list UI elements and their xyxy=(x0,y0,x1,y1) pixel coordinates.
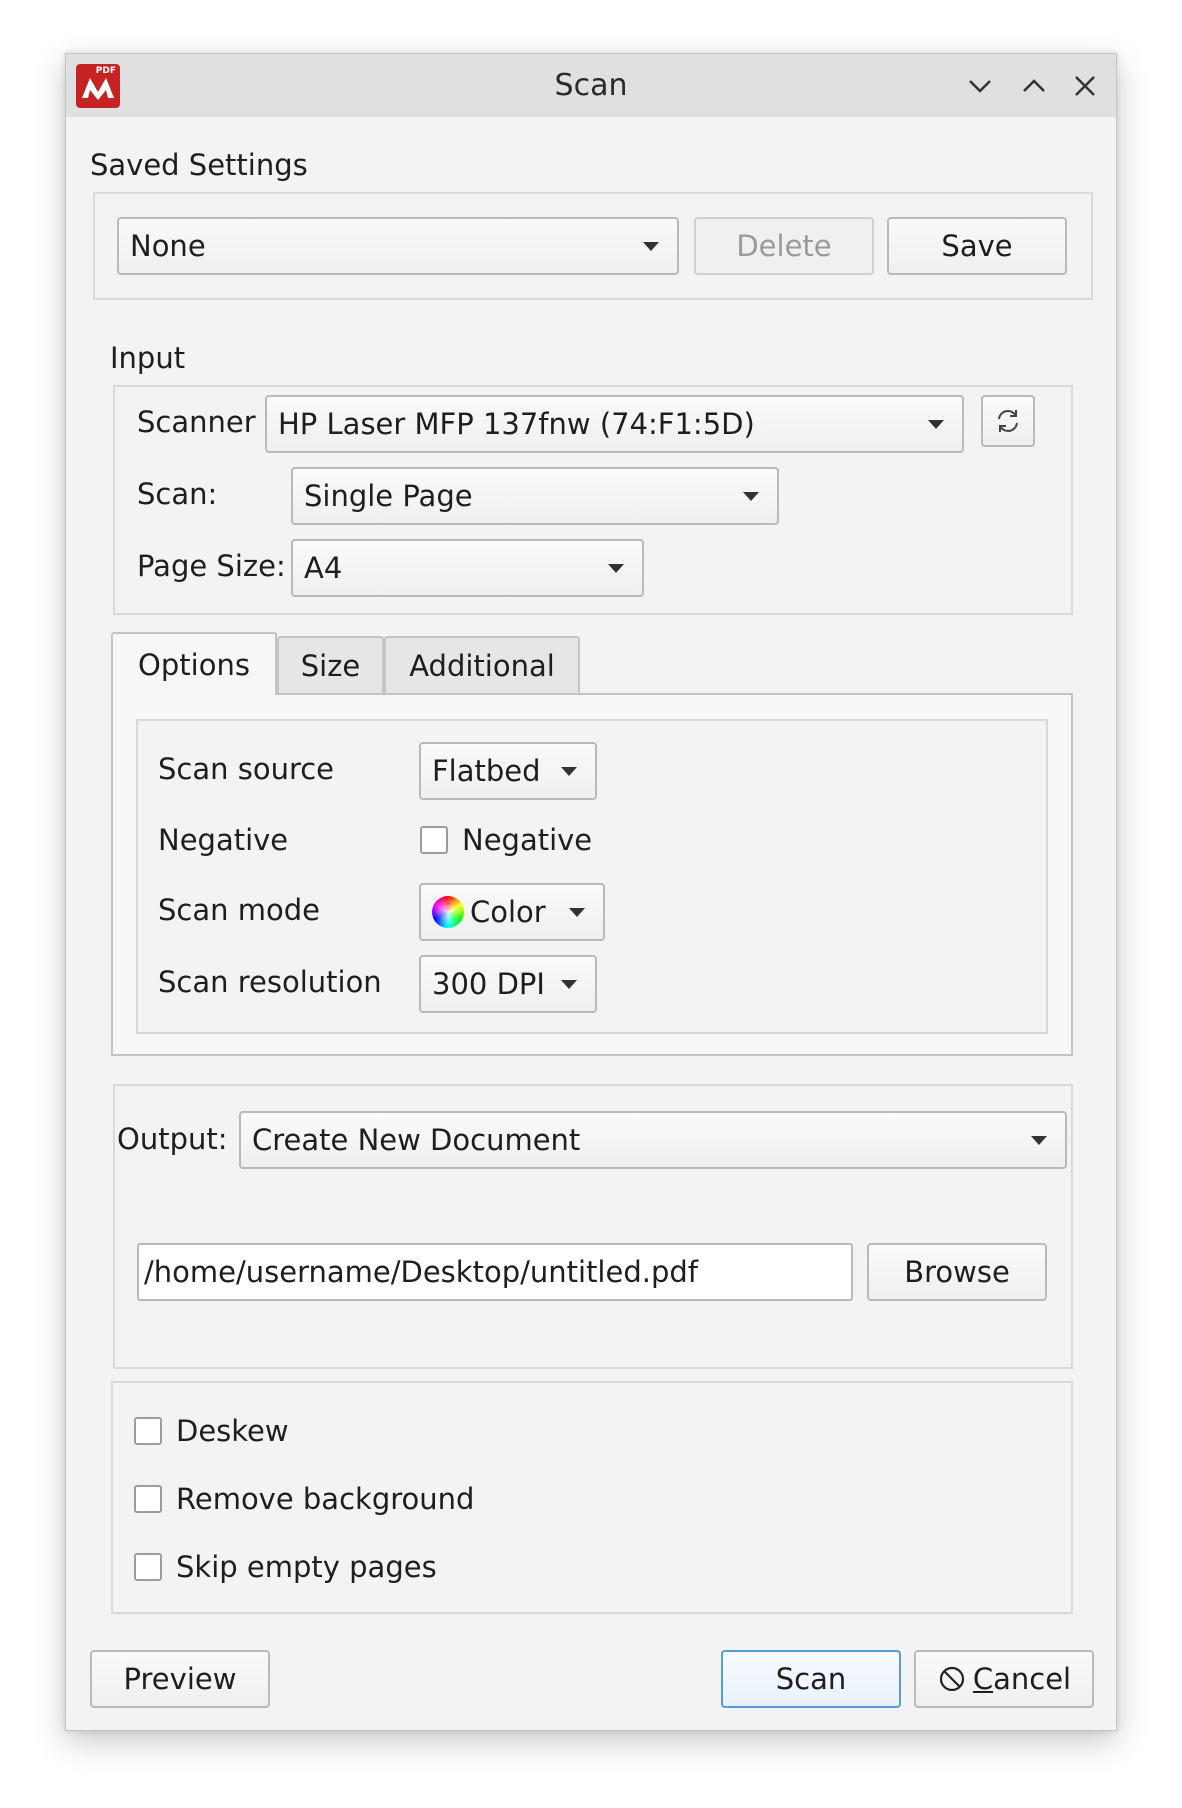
maximize-button[interactable] xyxy=(1016,68,1052,104)
input-heading: Input xyxy=(110,341,186,375)
page-size-select[interactable]: A4 xyxy=(291,539,644,597)
cancel-icon xyxy=(939,1666,964,1692)
scan-resolution-value: 300 DPI xyxy=(432,967,545,1001)
page-size-label: Page Size: xyxy=(137,549,286,583)
scanner-label: Scanner xyxy=(137,405,256,439)
close-icon xyxy=(1075,76,1095,96)
refresh-icon xyxy=(998,410,1018,432)
deskew-checkbox[interactable] xyxy=(134,1417,162,1445)
scan-resolution-label: Scan resolution xyxy=(158,965,382,999)
minimize-button[interactable] xyxy=(962,68,998,104)
chevron-down-icon xyxy=(743,492,759,501)
tab-options[interactable]: Options xyxy=(111,632,277,695)
tab-size[interactable]: Size xyxy=(277,636,384,694)
saved-settings-heading: Saved Settings xyxy=(90,148,308,182)
color-wheel-icon xyxy=(432,896,464,928)
chevron-down-icon xyxy=(561,980,577,989)
window-title: Scan xyxy=(554,68,628,103)
scan-type-label: Scan: xyxy=(137,477,218,511)
scan-mode-label: Scan mode xyxy=(158,893,320,927)
scan-type-value: Single Page xyxy=(304,479,473,513)
title-bar: PDF Scan xyxy=(66,54,1116,117)
deskew-label[interactable]: Deskew xyxy=(176,1414,289,1448)
output-label: Output: xyxy=(117,1122,228,1156)
scan-dialog: PDF Scan Saved Settings None Delete Save… xyxy=(65,53,1117,1731)
skip-empty-pages-label[interactable]: Skip empty pages xyxy=(176,1550,437,1584)
chevron-down-icon xyxy=(608,564,624,573)
chevron-up-icon xyxy=(1023,79,1045,92)
browse-button[interactable]: Browse xyxy=(867,1243,1047,1301)
scan-mode-select[interactable]: Color xyxy=(419,883,605,941)
delete-button[interactable]: Delete xyxy=(694,217,874,275)
scan-source-value: Flatbed xyxy=(432,754,541,788)
saved-settings-value: None xyxy=(130,229,206,263)
negative-checkbox-label[interactable]: Negative xyxy=(462,823,592,857)
page-size-value: A4 xyxy=(304,551,343,585)
chevron-down-icon xyxy=(561,767,577,776)
chevron-down-icon xyxy=(569,908,585,917)
chevron-down-icon xyxy=(969,80,991,93)
scan-mode-value: Color xyxy=(470,895,546,929)
remove-background-label[interactable]: Remove background xyxy=(176,1482,474,1516)
preview-button[interactable]: Preview xyxy=(90,1650,270,1708)
skip-empty-pages-checkbox[interactable] xyxy=(134,1553,162,1581)
scan-source-label: Scan source xyxy=(158,752,335,786)
output-select[interactable]: Create New Document xyxy=(239,1111,1067,1169)
cancel-mnemonic: C xyxy=(972,1662,994,1696)
close-button[interactable] xyxy=(1067,68,1103,104)
scan-source-select[interactable]: Flatbed xyxy=(419,742,597,800)
scanner-value: HP Laser MFP 137fnw (74:F1:5D) xyxy=(278,407,755,441)
chevron-down-icon xyxy=(643,242,659,251)
cancel-label-rest: ancel xyxy=(993,1662,1072,1696)
tab-additional[interactable]: Additional xyxy=(384,636,580,694)
scan-type-select[interactable]: Single Page xyxy=(291,467,779,525)
scan-resolution-select[interactable]: 300 DPI xyxy=(419,955,597,1013)
output-value: Create New Document xyxy=(252,1123,581,1157)
scan-button[interactable]: Scan xyxy=(721,1650,901,1708)
save-button[interactable]: Save xyxy=(887,217,1067,275)
scanner-select[interactable]: HP Laser MFP 137fnw (74:F1:5D) xyxy=(265,395,964,453)
saved-settings-select[interactable]: None xyxy=(117,217,679,275)
refresh-scanners-button[interactable] xyxy=(981,395,1035,447)
chevron-down-icon xyxy=(928,420,944,429)
remove-background-checkbox[interactable] xyxy=(134,1485,162,1513)
output-path-input[interactable]: /home/username/Desktop/untitled.pdf xyxy=(137,1243,853,1301)
negative-checkbox[interactable] xyxy=(420,826,448,854)
chevron-down-icon xyxy=(1031,1136,1047,1145)
negative-label: Negative xyxy=(158,823,289,857)
cancel-button[interactable]: Cancel xyxy=(914,1650,1094,1708)
